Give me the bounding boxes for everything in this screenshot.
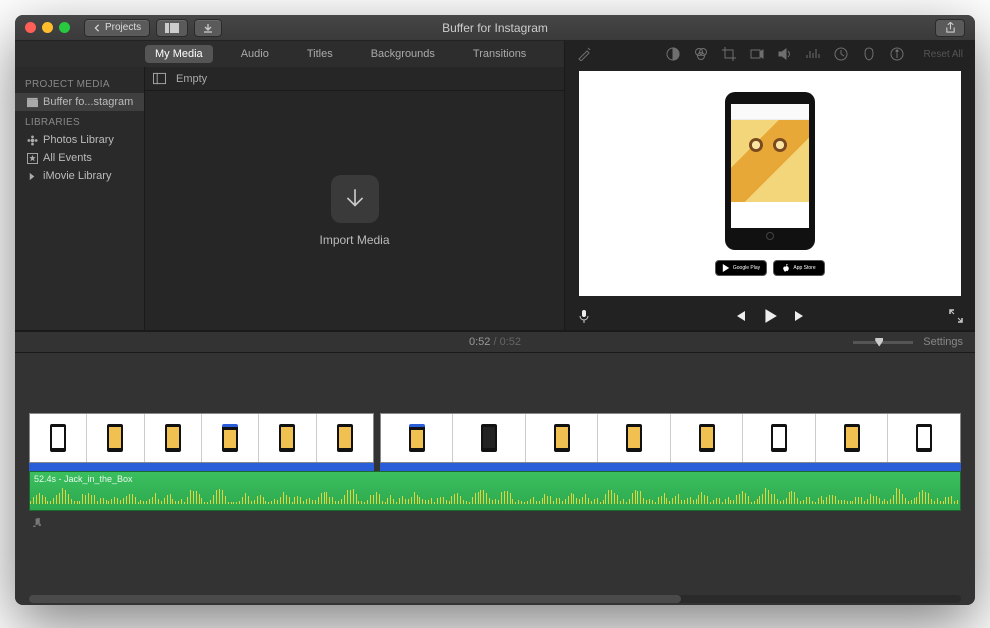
sidebar-header-libraries: LIBRARIES (15, 111, 144, 131)
fullscreen-icon[interactable] (949, 309, 963, 323)
disclosure-icon (27, 171, 38, 182)
tab-audio[interactable]: Audio (231, 45, 279, 63)
media-tabs: My Media Audio Titles Backgrounds Transi… (15, 41, 564, 67)
flower-icon (27, 135, 38, 146)
download-arrow-icon (342, 186, 368, 212)
share-button[interactable] (935, 19, 965, 37)
back-label: Projects (105, 22, 141, 33)
next-frame-button[interactable] (792, 308, 808, 324)
sidebar-item-label: Photos Library (43, 134, 114, 146)
noise-reduction-icon[interactable] (806, 47, 820, 61)
scrollbar-thumb[interactable] (29, 595, 681, 603)
play-button[interactable] (762, 308, 778, 324)
sidebar-item-label: All Events (43, 152, 92, 164)
star-box-icon (27, 153, 38, 164)
media-panel: My Media Audio Titles Backgrounds Transi… (15, 41, 565, 330)
sidebar-item-label: iMovie Library (43, 170, 111, 182)
sidebar-project-item[interactable]: Buffer fo...stagram (15, 93, 144, 111)
video-viewer[interactable]: Google Play App Store (579, 71, 961, 296)
music-track[interactable] (29, 515, 961, 529)
sidebar-header-project: PROJECT MEDIA (15, 73, 144, 93)
google-play-badge: Google Play (715, 260, 767, 276)
tab-my-media[interactable]: My Media (145, 45, 213, 63)
tab-backgrounds[interactable]: Backgrounds (361, 45, 445, 63)
tab-transitions[interactable]: Transitions (463, 45, 536, 63)
close-window-button[interactable] (25, 22, 36, 33)
preview-panel: Reset All Google Play (565, 41, 975, 330)
upper-panel: My Media Audio Titles Backgrounds Transi… (15, 41, 975, 331)
app-store-badge: App Store (773, 260, 825, 276)
zoom-slider[interactable] (853, 341, 913, 344)
sidebar-toggle-icon[interactable] (153, 72, 166, 85)
video-track[interactable] (29, 413, 961, 463)
timeline[interactable]: 52.4s - Jack_in_the_Box (15, 353, 975, 605)
music-note-icon (31, 517, 41, 527)
voiceover-icon[interactable] (577, 309, 591, 323)
audio-clip-label: 52.4s - Jack_in_the_Box (34, 474, 133, 484)
color-correction-icon[interactable] (694, 47, 708, 61)
clapperboard-icon (27, 97, 38, 108)
clip-audio-strip (380, 463, 961, 471)
timeline-settings-button[interactable]: Settings (923, 336, 963, 348)
playback-bar (565, 302, 975, 330)
volume-icon[interactable] (778, 47, 792, 61)
video-clip[interactable] (29, 413, 374, 463)
audio-clip[interactable]: 52.4s - Jack_in_the_Box (29, 471, 961, 511)
sidebar-project-label: Buffer fo...stagram (43, 96, 133, 108)
speed-icon[interactable] (834, 47, 848, 61)
window-controls (15, 22, 70, 33)
enhance-icon[interactable] (577, 47, 591, 61)
sidebar-item-photos[interactable]: Photos Library (15, 131, 144, 149)
horizontal-scrollbar[interactable] (29, 595, 961, 603)
clip-filter-icon[interactable] (862, 47, 876, 61)
tab-titles[interactable]: Titles (297, 45, 343, 63)
stabilization-icon[interactable] (750, 47, 764, 61)
info-icon[interactable] (890, 47, 904, 61)
sidebar: PROJECT MEDIA Buffer fo...stagram LIBRAR… (15, 67, 145, 330)
prev-frame-button[interactable] (732, 308, 748, 324)
back-to-projects-button[interactable]: Projects (84, 19, 150, 37)
import-drop-area[interactable]: Import Media (145, 91, 564, 330)
media-browser: Empty Import Media (145, 67, 564, 330)
reset-all-button[interactable]: Reset All (924, 49, 963, 60)
crop-icon[interactable] (722, 47, 736, 61)
color-balance-icon[interactable] (666, 47, 680, 61)
phone-mockup (725, 92, 815, 250)
sidebar-item-imovie[interactable]: iMovie Library (15, 167, 144, 185)
playhead-time: 0:52 / 0:52 (469, 336, 521, 348)
titlebar: Projects Buffer for Instagram (15, 15, 975, 41)
browser-status: Empty (176, 73, 207, 85)
import-label: Import Media (319, 233, 389, 247)
fullscreen-window-button[interactable] (59, 22, 70, 33)
video-clip[interactable] (380, 413, 961, 463)
sidebar-item-events[interactable]: All Events (15, 149, 144, 167)
app-window: Projects Buffer for Instagram My Media A… (15, 15, 975, 605)
import-button[interactable] (194, 19, 222, 37)
timeline-header: 0:52 / 0:52 Settings (15, 331, 975, 353)
preview-toolbar: Reset All (565, 41, 975, 67)
library-view-button[interactable] (156, 19, 188, 37)
clip-audio-strip (29, 463, 374, 471)
minimize-window-button[interactable] (42, 22, 53, 33)
